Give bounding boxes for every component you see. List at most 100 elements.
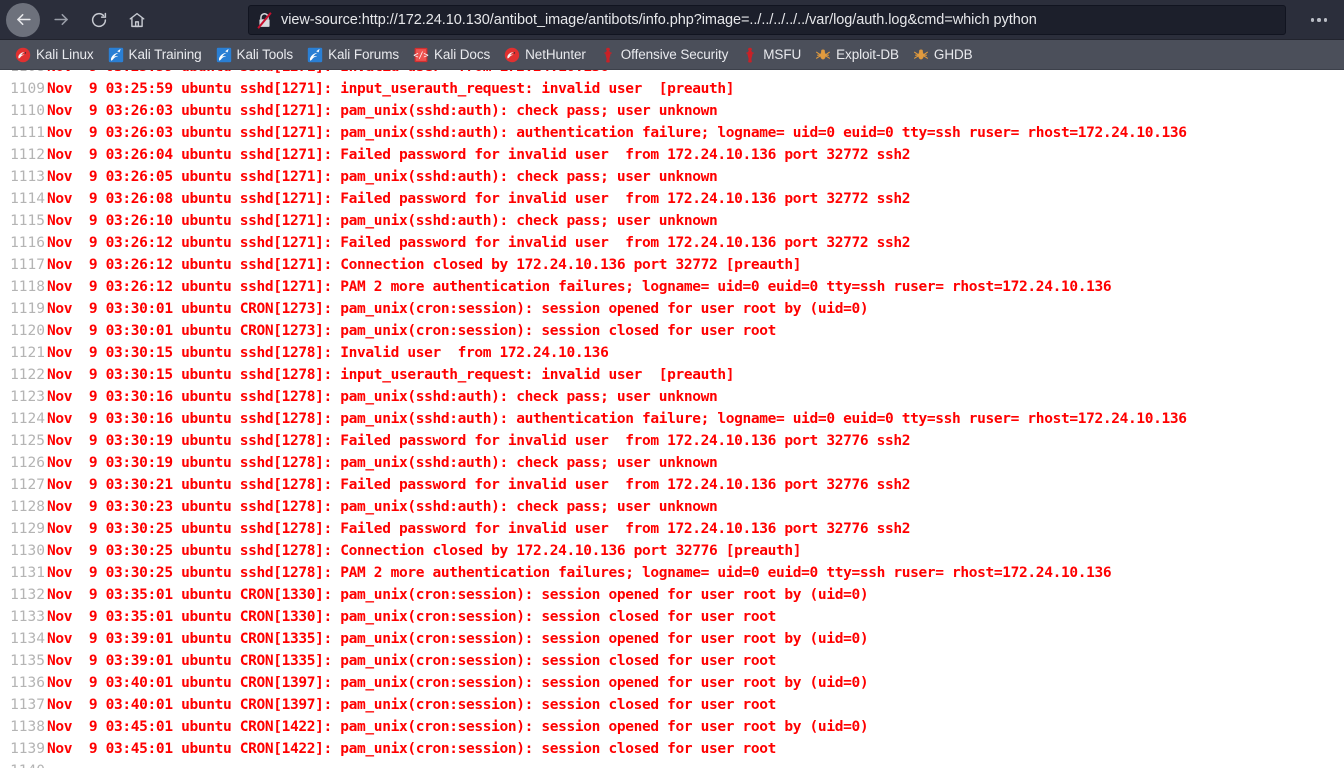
bookmark-label: Kali Forums bbox=[328, 47, 400, 62]
bookmark-offensive-security[interactable]: Offensive Security bbox=[593, 43, 736, 67]
line-number: 1126 bbox=[10, 455, 45, 471]
back-arrow-icon bbox=[16, 13, 31, 26]
source-line: 1127 Nov 9 03:30:21 ubuntu sshd[1278]: Fa… bbox=[0, 474, 1344, 496]
bookmark-label: MSFU bbox=[763, 47, 802, 62]
log-line-text: Nov 9 03:35:01 ubuntu CRON[1330]: pam_un… bbox=[47, 609, 777, 625]
log-line-text: Nov 9 03:30:15 ubuntu sshd[1278]: input_… bbox=[47, 367, 735, 383]
log-line-text: Nov 9 03:26:10 ubuntu sshd[1271]: pam_un… bbox=[47, 213, 718, 229]
bookmark-nethunter[interactable]: NetHunter bbox=[497, 43, 593, 67]
line-number: 1118 bbox=[10, 279, 45, 295]
kali-dragon-icon bbox=[15, 47, 31, 63]
menu-dot bbox=[1323, 18, 1328, 22]
offsec-icon bbox=[604, 47, 612, 62]
bookmark-msfu[interactable]: MSFU bbox=[735, 43, 808, 67]
menu-dot bbox=[1317, 18, 1321, 22]
exploit-db-icon bbox=[816, 49, 831, 59]
source-line: 1120 Nov 9 03:30:01 ubuntu CRON[1273]: pa… bbox=[0, 320, 1344, 342]
log-line-text: Nov 9 03:26:03 ubuntu sshd[1271]: pam_un… bbox=[47, 103, 718, 119]
source-line: 1136 Nov 9 03:40:01 ubuntu CRON[1397]: pa… bbox=[0, 672, 1344, 694]
source-line: 1132 Nov 9 03:35:01 ubuntu CRON[1330]: pa… bbox=[0, 584, 1344, 606]
source-line: 1111 Nov 9 03:26:03 ubuntu sshd[1271]: pa… bbox=[0, 122, 1344, 144]
source-line: 1118 Nov 9 03:26:12 ubuntu sshd[1271]: PA… bbox=[0, 276, 1344, 298]
forward-arrow-icon bbox=[53, 13, 68, 26]
line-number: 1124 bbox=[10, 411, 45, 427]
source-line: 1113 Nov 9 03:26:05 ubuntu sshd[1271]: pa… bbox=[0, 166, 1344, 188]
log-line-text: Nov 9 03:30:21 ubuntu sshd[1278]: Failed… bbox=[47, 477, 911, 493]
home-button[interactable] bbox=[120, 3, 154, 37]
bookmark-label: Offensive Security bbox=[620, 47, 729, 62]
log-line-text: Nov 9 03:30:01 ubuntu CRON[1273]: pam_un… bbox=[47, 301, 869, 317]
insecure-lock-glyph bbox=[257, 11, 272, 29]
bookmark-ghdb[interactable]: GHDB bbox=[906, 43, 980, 67]
log-line-text: Nov 9 03:26:12 ubuntu sshd[1271]: Connec… bbox=[47, 257, 802, 273]
line-number: 1138 bbox=[10, 719, 45, 735]
kali-blue-dragon-icon bbox=[307, 47, 323, 63]
bookmark-kali-docs[interactable]: </> Kali Docs bbox=[406, 43, 497, 67]
line-number: 1137 bbox=[10, 697, 45, 713]
log-line-text: Nov 9 03:45:01 ubuntu CRON[1422]: pam_un… bbox=[47, 719, 869, 735]
exploit-db-icon bbox=[815, 47, 831, 63]
line-number: 1108 bbox=[0, 70, 45, 78]
source-line: 1114 Nov 9 03:26:08 ubuntu sshd[1271]: Fa… bbox=[0, 188, 1344, 210]
bookmark-kali-forums[interactable]: Kali Forums bbox=[300, 43, 406, 67]
source-line: 1135 Nov 9 03:39:01 ubuntu CRON[1335]: pa… bbox=[0, 650, 1344, 672]
bookmark-kali-linux[interactable]: Kali Linux bbox=[8, 43, 101, 67]
line-number: 1113 bbox=[10, 169, 45, 185]
bookmarks-toolbar: Kali Linux Kali Training Kali Tools Kali… bbox=[0, 40, 1344, 70]
line-number: 1139 bbox=[10, 741, 45, 757]
line-number: 1121 bbox=[10, 345, 45, 361]
log-line-text: Nov 9 03:30:25 ubuntu sshd[1278]: Failed… bbox=[47, 521, 911, 537]
app-menu-button[interactable] bbox=[1302, 5, 1336, 35]
offsec-icon bbox=[600, 47, 616, 63]
source-line: 1124 Nov 9 03:30:16 ubuntu sshd[1278]: pa… bbox=[0, 408, 1344, 430]
line-number: 1112 bbox=[10, 147, 45, 163]
log-line-text: Nov 9 03:26:04 ubuntu sshd[1271]: Failed… bbox=[47, 147, 911, 163]
forward-button[interactable] bbox=[44, 3, 78, 37]
line-number: 1133 bbox=[10, 609, 45, 625]
bookmark-label: Kali Docs bbox=[434, 47, 491, 62]
line-number: 1114 bbox=[10, 191, 45, 207]
kali-dragon-icon bbox=[15, 47, 31, 62]
line-number: 1130 bbox=[10, 543, 45, 559]
exploit-db-icon bbox=[913, 49, 928, 59]
line-number: 1136 bbox=[10, 675, 45, 691]
kali-dragon-icon bbox=[504, 47, 520, 63]
navigation-buttons bbox=[0, 2, 156, 37]
bookmark-label: Kali Tools bbox=[236, 47, 294, 62]
kali-blue-dragon-icon bbox=[108, 47, 124, 63]
line-number: 1122 bbox=[10, 367, 45, 383]
log-line-text: Nov 9 03:39:01 ubuntu CRON[1335]: pam_un… bbox=[47, 631, 869, 647]
source-line: 1126 Nov 9 03:30:19 ubuntu sshd[1278]: pa… bbox=[0, 452, 1344, 474]
log-line-text: Nov 9 03:25:59 ubuntu sshd[1271]: input_… bbox=[47, 81, 735, 97]
view-source-content[interactable]: 1108Nov 9 03:25:59 ubuntu sshd[1271]: In… bbox=[0, 70, 1344, 768]
bookmark-kali-training[interactable]: Kali Training bbox=[101, 43, 209, 67]
bookmark-label: Kali Training bbox=[128, 47, 202, 62]
back-button[interactable] bbox=[6, 2, 40, 37]
log-line-text: Nov 9 03:30:19 ubuntu sshd[1278]: Failed… bbox=[47, 433, 911, 449]
line-number: 1120 bbox=[10, 323, 45, 339]
line-number: 1140 bbox=[0, 760, 45, 768]
log-line-text: Nov 9 03:30:16 ubuntu sshd[1278]: pam_un… bbox=[47, 389, 718, 405]
exploit-db-icon bbox=[913, 47, 929, 63]
source-line: 1116 Nov 9 03:26:12 ubuntu sshd[1271]: Fa… bbox=[0, 232, 1344, 254]
bookmark-kali-tools[interactable]: Kali Tools bbox=[209, 43, 301, 67]
log-line-text: Nov 9 03:26:05 ubuntu sshd[1271]: pam_un… bbox=[47, 169, 718, 185]
bookmark-exploit-db[interactable]: Exploit-DB bbox=[808, 43, 906, 67]
navigation-toolbar: view-source:http://172.24.10.130/antibot… bbox=[0, 0, 1344, 40]
source-line-list: 1108Nov 9 03:25:59 ubuntu sshd[1271]: In… bbox=[0, 70, 1344, 768]
address-bar[interactable]: view-source:http://172.24.10.130/antibot… bbox=[248, 5, 1286, 35]
line-number: 1132 bbox=[10, 587, 45, 603]
kali-blue-dragon-icon bbox=[216, 47, 231, 62]
line-number: 1131 bbox=[10, 565, 45, 581]
kali-blue-dragon-icon bbox=[108, 47, 123, 62]
log-line-text: Nov 9 03:39:01 ubuntu CRON[1335]: pam_un… bbox=[47, 653, 777, 669]
reload-button[interactable] bbox=[82, 3, 116, 37]
insecure-lock-icon[interactable] bbox=[257, 11, 272, 29]
source-line: 1108Nov 9 03:25:59 ubuntu sshd[1271]: In… bbox=[0, 70, 1344, 78]
kali-blue-dragon-icon bbox=[307, 47, 323, 62]
line-number: 1117 bbox=[10, 257, 45, 273]
source-line: 1130 Nov 9 03:30:25 ubuntu sshd[1278]: Co… bbox=[0, 540, 1344, 562]
bookmark-label: GHDB bbox=[933, 47, 973, 62]
source-line: 1117 Nov 9 03:26:12 ubuntu sshd[1271]: Co… bbox=[0, 254, 1344, 276]
source-line: 1122 Nov 9 03:30:15 ubuntu sshd[1278]: in… bbox=[0, 364, 1344, 386]
